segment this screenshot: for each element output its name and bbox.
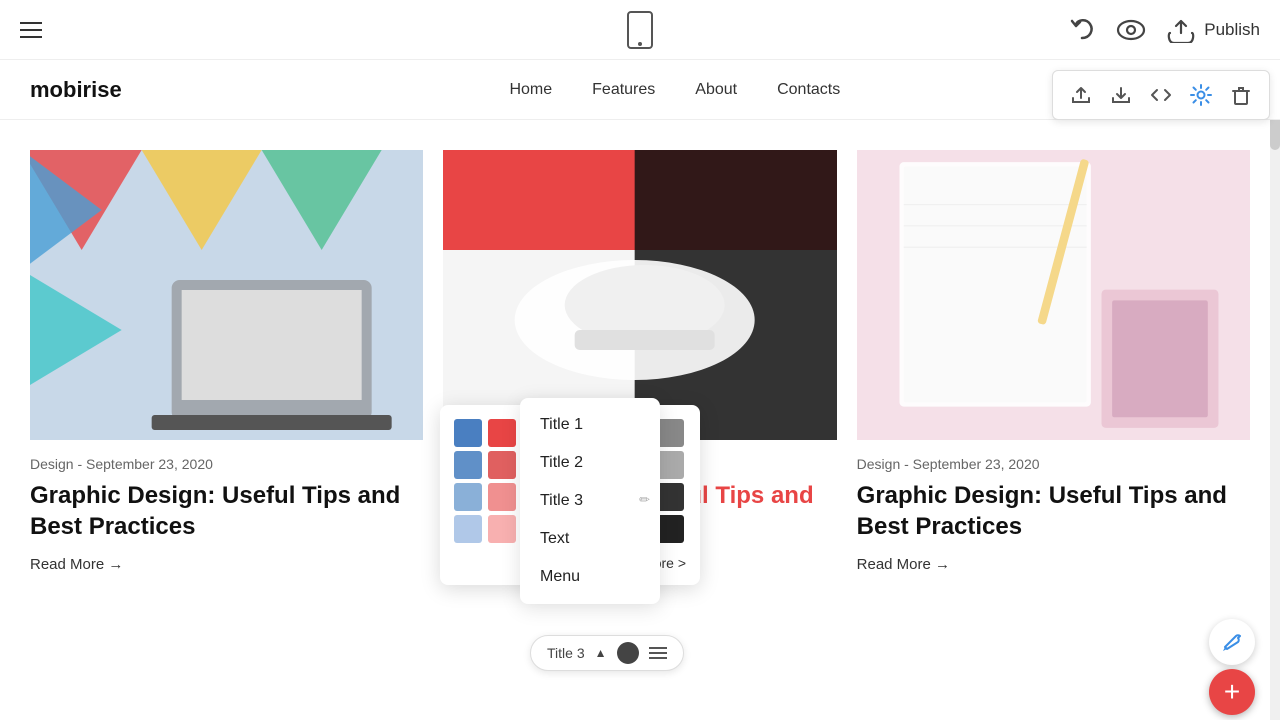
nav-home[interactable]: Home xyxy=(509,81,552,98)
card-3-meta: Design - September 23, 2020 xyxy=(857,456,1250,472)
main-content: Design - September 23, 2020 Graphic Desi… xyxy=(0,120,1280,604)
mobile-preview-button[interactable] xyxy=(626,11,654,49)
block-toolbar xyxy=(1052,70,1270,120)
type-menu-menu[interactable]: Menu xyxy=(520,558,660,596)
plus-icon: + xyxy=(1224,678,1240,706)
type-menu-title2[interactable]: Title 2 xyxy=(520,444,660,482)
preview-button[interactable] xyxy=(1116,19,1146,41)
card-3-title: Graphic Design: Useful Tips and Best Pra… xyxy=(857,480,1250,542)
palette-swatch[interactable] xyxy=(488,451,516,479)
undo-icon xyxy=(1068,16,1096,44)
palette-swatch[interactable] xyxy=(488,515,516,543)
nav-features[interactable]: Features xyxy=(592,81,655,98)
type-menu-popup: Title 1 Title 2 Title 3 ✏ Text Menu xyxy=(520,398,660,604)
publish-label: Publish xyxy=(1204,20,1260,40)
blog-card-1: Design - September 23, 2020 Graphic Desi… xyxy=(30,150,423,574)
block-upload-button[interactable] xyxy=(1063,77,1099,113)
add-fab[interactable]: + xyxy=(1209,669,1255,715)
type-menu-text[interactable]: Text xyxy=(520,520,660,558)
toolbar-left xyxy=(20,22,42,38)
align-button[interactable] xyxy=(649,647,667,659)
pencil-icon: ✏ xyxy=(639,492,650,508)
toolbar-right: Publish xyxy=(1068,16,1260,44)
trash-icon xyxy=(1230,84,1252,106)
palette-swatch[interactable] xyxy=(656,419,684,447)
type-menu-title3[interactable]: Title 3 ✏ xyxy=(520,482,660,520)
chevron-up-icon[interactable]: ▲ xyxy=(595,646,607,660)
card-3-read-more[interactable]: Read More → xyxy=(857,556,950,573)
palette-swatch[interactable] xyxy=(656,483,684,511)
card-2-image xyxy=(443,150,836,440)
card-1-title: Graphic Design: Useful Tips and Best Pra… xyxy=(30,480,423,542)
eye-icon xyxy=(1116,19,1146,41)
blog-card-3: Design - September 23, 2020 Graphic Desi… xyxy=(857,150,1250,574)
upload-icon xyxy=(1070,84,1092,106)
palette-swatch[interactable] xyxy=(454,419,482,447)
block-settings-button[interactable] xyxy=(1183,77,1219,113)
inline-toolbar-title3-label: Title 3 xyxy=(547,645,585,661)
undo-button[interactable] xyxy=(1068,16,1096,44)
nav-about[interactable]: About xyxy=(695,81,737,98)
toolbar-center xyxy=(626,11,654,49)
card-1-image xyxy=(30,150,423,440)
type-menu-title1[interactable]: Title 1 xyxy=(520,406,660,444)
palette-swatch[interactable] xyxy=(488,419,516,447)
hamburger-icon xyxy=(20,22,42,38)
top-toolbar: Publish xyxy=(0,0,1280,60)
gear-icon xyxy=(1190,84,1212,106)
publish-button[interactable]: Publish xyxy=(1166,17,1260,43)
site-logo: mobirise xyxy=(30,77,122,103)
code-icon xyxy=(1150,84,1172,106)
card-1-meta: Design - September 23, 2020 xyxy=(30,456,423,472)
publish-icon xyxy=(1166,17,1196,43)
palette-swatch[interactable] xyxy=(454,483,482,511)
inline-toolbar: Title 3 ▲ xyxy=(530,635,684,671)
block-delete-button[interactable] xyxy=(1223,77,1259,113)
nav-contacts[interactable]: Contacts xyxy=(777,81,840,98)
palette-swatch[interactable] xyxy=(656,515,684,543)
edit-icon xyxy=(1221,631,1243,653)
card-3-image xyxy=(857,150,1250,440)
block-code-button[interactable] xyxy=(1143,77,1179,113)
card-1-read-more[interactable]: Read More → xyxy=(30,556,123,573)
color-picker-button[interactable] xyxy=(617,642,639,664)
download-icon xyxy=(1110,84,1132,106)
palette-swatch[interactable] xyxy=(454,451,482,479)
hamburger-button[interactable] xyxy=(20,22,42,38)
palette-swatch[interactable] xyxy=(488,483,516,511)
main-nav: Home Features About Contacts xyxy=(509,81,840,99)
palette-swatch[interactable] xyxy=(656,451,684,479)
scrollbar[interactable] xyxy=(1270,60,1280,720)
mobile-icon xyxy=(626,11,654,49)
palette-swatch[interactable] xyxy=(454,515,482,543)
edit-fab[interactable] xyxy=(1209,619,1255,665)
block-download-button[interactable] xyxy=(1103,77,1139,113)
